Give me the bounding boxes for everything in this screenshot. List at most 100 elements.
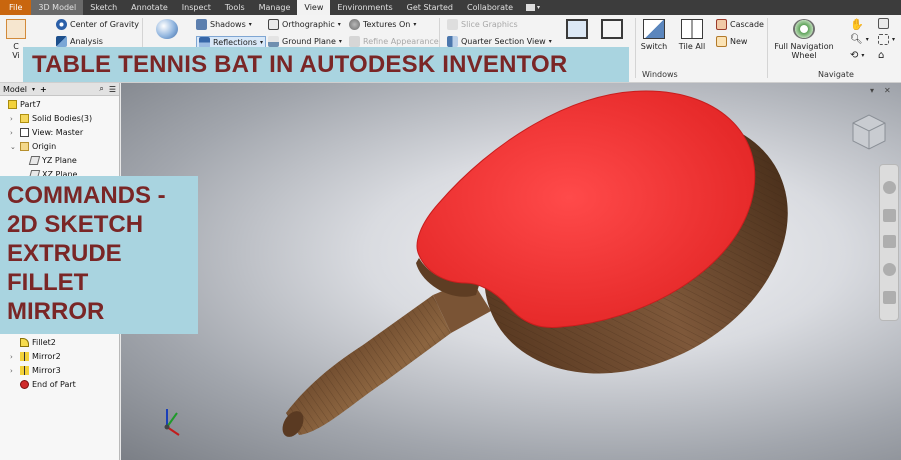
tree-item-view-master[interactable]: › View: Master: [10, 128, 83, 137]
ground-plane-button[interactable]: Ground Plane ▾: [268, 36, 342, 47]
cascade-label: Cascade: [730, 20, 764, 29]
browser-header: Model ▾ + ⌕ ☰: [0, 83, 119, 96]
ribbon-tab-bar: File 3D Model Sketch Annotate Inspect To…: [0, 0, 901, 15]
tree-item-end-of-part[interactable]: End of Part: [20, 380, 76, 389]
tab-file[interactable]: File: [0, 0, 32, 15]
navigation-bar: [879, 164, 899, 321]
chevron-down-icon[interactable]: ▾: [32, 86, 35, 93]
tree-item-mirror3[interactable]: › Mirror3: [10, 366, 61, 375]
expand-icon[interactable]: ›: [10, 129, 17, 137]
tab-view[interactable]: View: [297, 0, 331, 15]
tab-annotate[interactable]: Annotate: [124, 0, 175, 15]
fillet-icon: [20, 338, 29, 347]
commands-overlay: COMMANDS - 2D SKETCH EXTRUDE FILLET MIRR…: [0, 176, 198, 334]
folder-icon: [20, 142, 29, 151]
orthographic-button[interactable]: Orthographic ▾: [268, 19, 341, 30]
panel-toggle-dropdown[interactable]: ▾: [526, 4, 540, 11]
windows-group-label: Windows: [642, 70, 678, 79]
visual-style-button[interactable]: [152, 19, 182, 42]
viewport-close-icon[interactable]: ✕: [884, 86, 891, 95]
expand-icon[interactable]: ›: [10, 115, 17, 123]
browser-tab-model[interactable]: Model: [3, 85, 27, 94]
tab-environments[interactable]: Environments: [330, 0, 399, 15]
expand-icon[interactable]: ›: [10, 353, 17, 361]
menu-icon[interactable]: ☰: [109, 85, 116, 94]
ground-plane-icon: [268, 36, 279, 47]
textures-on-button[interactable]: Textures On ▾: [349, 19, 416, 30]
tab-inspect[interactable]: Inspect: [175, 0, 218, 15]
quarter-section-view-label: Quarter Section View: [461, 37, 546, 46]
slice-graphics-button[interactable]: Slice Graphics: [447, 19, 518, 30]
tree-item-mirror2[interactable]: › Mirror2: [10, 352, 61, 361]
tree-item-origin[interactable]: ⌄ Origin: [10, 142, 56, 151]
zoom-all-button[interactable]: ▾: [878, 34, 895, 45]
refine-appearance-button[interactable]: Refine Appearance: [349, 36, 439, 47]
table-tennis-bat-model: [164, 90, 886, 437]
graphics-viewport[interactable]: [121, 83, 901, 460]
object-visibility-label-b: Vi: [12, 51, 20, 60]
tree-label-fillet2: Fillet2: [32, 338, 56, 347]
shadows-button[interactable]: Shadows ▾: [196, 19, 252, 30]
new-window-label: New: [730, 37, 748, 46]
bat-handle: [282, 279, 491, 437]
orbit-button[interactable]: ⟲ ▾: [850, 50, 864, 61]
solid-bodies-icon: [20, 114, 29, 123]
full-screen-button[interactable]: [600, 19, 624, 42]
tree-label-end-of-part: End of Part: [32, 380, 76, 389]
search-icon[interactable]: ⌕: [99, 84, 103, 94]
quarter-section-view-button[interactable]: Quarter Section View ▾: [447, 36, 552, 47]
user-interface-button[interactable]: [565, 19, 589, 42]
shadows-icon: [196, 19, 207, 30]
refine-appearance-icon: [349, 36, 360, 47]
collapse-icon[interactable]: ⌄: [10, 143, 17, 151]
browser-add-tab[interactable]: +: [40, 85, 47, 94]
look-at-icon[interactable]: [883, 291, 896, 304]
tree-item-yz-plane[interactable]: YZ Plane: [28, 156, 77, 165]
orthographic-label: Orthographic: [282, 20, 335, 29]
tab-manage[interactable]: Manage: [252, 0, 298, 15]
center-of-gravity-button[interactable]: Center of Gravity: [56, 19, 139, 30]
chevron-down-icon: ▾: [248, 21, 252, 28]
tree-item-solid-bodies[interactable]: › Solid Bodies(3): [10, 114, 92, 123]
window-layout-icon: [566, 19, 588, 39]
visibility-icon: [6, 19, 26, 39]
expand-icon[interactable]: ›: [10, 367, 17, 375]
pan-icon[interactable]: [883, 209, 896, 222]
tab-get-started[interactable]: Get Started: [400, 0, 460, 15]
steering-wheel-icon[interactable]: [883, 181, 896, 194]
analysis-label: Analysis: [70, 37, 103, 46]
navigation-wheel-icon: [793, 19, 815, 39]
pan-button[interactable]: ✋: [850, 18, 864, 31]
home-view-button[interactable]: ⌂: [878, 50, 884, 61]
zoom-icon[interactable]: [883, 235, 896, 248]
zoom-button[interactable]: 🔍︎ ▾: [850, 34, 869, 45]
coordinate-triad: [164, 409, 180, 436]
new-window-icon: [716, 36, 727, 47]
mirror-icon: [20, 366, 29, 375]
center-of-gravity-icon: [56, 19, 67, 30]
full-navigation-wheel-button[interactable]: Full Navigation Wheel: [772, 19, 836, 60]
tab-tools[interactable]: Tools: [218, 0, 252, 15]
part-icon: [8, 100, 17, 109]
title-overlay: TABLE TENNIS BAT IN AUTODESK INVENTOR: [23, 47, 629, 82]
tree-label-solid-bodies: Solid Bodies(3): [32, 114, 93, 123]
tab-sketch[interactable]: Sketch: [83, 0, 124, 15]
tab-3d-model[interactable]: 3D Model: [31, 0, 84, 15]
analysis-icon: [56, 36, 67, 47]
new-window-button[interactable]: New: [716, 36, 747, 47]
tree-item-fillet2[interactable]: Fillet2: [10, 338, 56, 347]
look-at-icon: [878, 18, 889, 29]
ribbon-divider: [635, 18, 636, 78]
tile-all-button[interactable]: Tile All: [676, 19, 708, 51]
tree-item-part[interactable]: Part7: [8, 100, 41, 109]
switch-window-button[interactable]: Switch: [640, 19, 668, 51]
full-screen-icon: [601, 19, 623, 39]
viewport-menu-icon[interactable]: ▾: [870, 86, 874, 95]
look-at-button[interactable]: [878, 18, 889, 29]
tab-collaborate[interactable]: Collaborate: [460, 0, 520, 15]
full-navigation-wheel-label-a: Full Navigation: [774, 42, 834, 51]
analysis-button[interactable]: Analysis: [56, 36, 103, 47]
cascade-button[interactable]: Cascade: [716, 19, 764, 30]
view-cube[interactable]: [852, 114, 886, 150]
orbit-icon[interactable]: [883, 263, 896, 276]
